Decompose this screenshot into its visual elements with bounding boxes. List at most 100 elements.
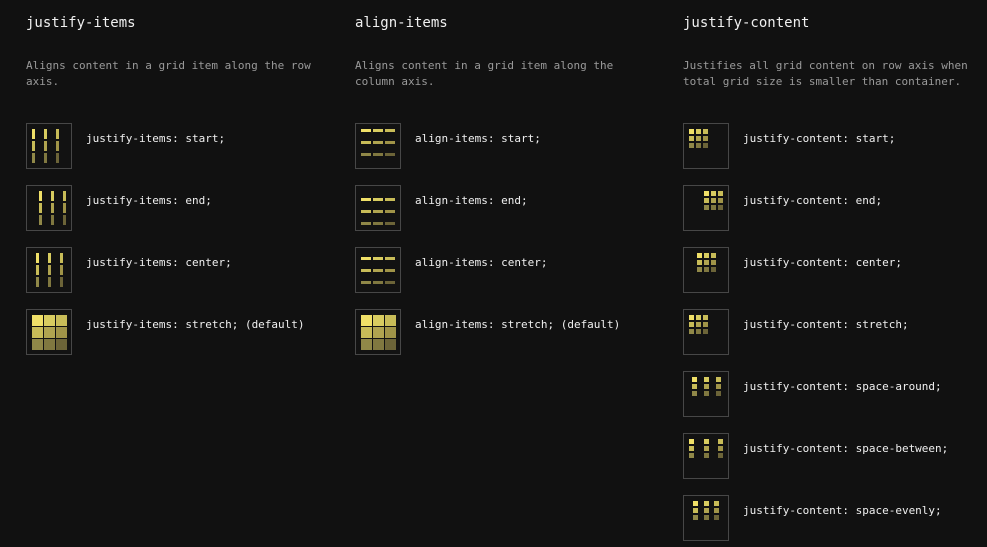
property-label: justify-content: space-between; xyxy=(743,442,949,455)
justify-content-space-between-icon xyxy=(683,433,729,479)
grid-cell xyxy=(51,191,54,201)
grid-cell xyxy=(704,508,709,513)
align-items-end-icon xyxy=(355,185,401,231)
grid-cell xyxy=(32,153,35,163)
grid-cell xyxy=(373,281,383,284)
grid-cell xyxy=(711,205,716,210)
grid-cell xyxy=(703,322,708,327)
grid-cell xyxy=(693,515,698,520)
grid-cell xyxy=(373,141,383,144)
property-label: justify-content: stretch; xyxy=(743,318,909,331)
section-title: align-items xyxy=(355,15,448,31)
grid-cell xyxy=(693,508,698,513)
justify-content-end-icon xyxy=(683,185,729,231)
grid-cell xyxy=(716,384,721,389)
grid-cell xyxy=(56,153,59,163)
property-row[interactable]: justify-items: end; xyxy=(26,185,326,231)
grid-cell xyxy=(51,215,54,225)
grid-cell xyxy=(689,329,694,334)
grid-cell xyxy=(361,210,371,213)
property-label: justify-items: center; xyxy=(86,256,232,269)
grid-cell xyxy=(718,446,723,451)
grid-cell xyxy=(51,203,54,213)
grid-cell xyxy=(385,129,395,132)
property-row[interactable]: justify-items: start; xyxy=(26,123,326,169)
grid-cell xyxy=(373,222,383,225)
property-row[interactable]: justify-content: space-between; xyxy=(683,433,983,479)
grid-cell xyxy=(697,260,702,265)
property-label: align-items: end; xyxy=(415,194,528,207)
grid-cell xyxy=(689,439,694,444)
property-label: justify-content: center; xyxy=(743,256,902,269)
section-description: Aligns content in a grid item along the … xyxy=(26,59,311,88)
grid-cell xyxy=(385,269,395,272)
property-row[interactable]: justify-content: start; xyxy=(683,123,983,169)
justify-content-stretch-icon xyxy=(683,309,729,355)
grid-cell xyxy=(714,515,719,520)
grid-cell xyxy=(373,269,383,272)
grid-cell xyxy=(689,453,694,458)
grid-cell xyxy=(361,257,371,260)
grid-cell xyxy=(692,391,697,396)
grid-cell xyxy=(716,391,721,396)
grid-cell xyxy=(704,384,709,389)
justify-items-start-icon xyxy=(26,123,72,169)
grid-cell xyxy=(44,141,47,151)
grid-cell xyxy=(385,327,396,338)
grid-cell xyxy=(704,515,709,520)
grid-cell xyxy=(361,141,371,144)
grid-cell xyxy=(32,129,35,139)
grid-cell xyxy=(32,339,43,350)
grid-cell xyxy=(385,281,395,284)
grid-cell xyxy=(56,141,59,151)
grid-cell xyxy=(718,439,723,444)
grid-cell xyxy=(385,339,396,350)
grid-cell xyxy=(689,143,694,148)
property-row[interactable]: align-items: center; xyxy=(355,247,655,293)
grid-cell xyxy=(48,253,51,263)
grid-cell xyxy=(703,315,708,320)
property-row[interactable]: align-items: start; xyxy=(355,123,655,169)
grid-cell xyxy=(689,136,694,141)
grid-cell xyxy=(361,281,371,284)
grid-cell xyxy=(693,501,698,506)
grid-cell xyxy=(385,257,395,260)
section-description: Justifies all grid content on row axis w… xyxy=(683,59,968,88)
property-row[interactable]: justify-content: center; xyxy=(683,247,983,293)
grid-cell xyxy=(373,153,383,156)
property-row[interactable]: align-items: stretch; (default) xyxy=(355,309,655,355)
grid-cell xyxy=(32,315,43,326)
grid-cell xyxy=(696,329,701,334)
property-row[interactable]: justify-content: space-around; xyxy=(683,371,983,417)
grid-cell xyxy=(689,315,694,320)
grid-cell xyxy=(703,129,708,134)
grid-cell xyxy=(704,391,709,396)
grid-cell xyxy=(703,329,708,334)
property-row[interactable]: justify-items: center; xyxy=(26,247,326,293)
property-row[interactable]: align-items: end; xyxy=(355,185,655,231)
grid-cell xyxy=(704,253,709,258)
grid-cell xyxy=(44,339,55,350)
property-label: justify-content: end; xyxy=(743,194,883,207)
property-row[interactable]: justify-items: stretch; (default) xyxy=(26,309,326,355)
property-row[interactable]: justify-content: space-evenly; xyxy=(683,495,983,541)
grid-cell xyxy=(32,327,43,338)
grid-cell xyxy=(689,322,694,327)
section-description: Aligns content in a grid item along the … xyxy=(355,59,614,88)
grid-cell xyxy=(48,277,51,287)
grid-cell xyxy=(361,339,372,350)
grid-cell xyxy=(696,143,701,148)
grid-cell xyxy=(361,327,372,338)
grid-cell xyxy=(32,141,35,151)
grid-cell xyxy=(714,501,719,506)
property-label: justify-items: start; xyxy=(86,132,226,145)
grid-cell xyxy=(704,377,709,382)
property-label: justify-content: start; xyxy=(743,132,896,145)
property-row[interactable]: justify-content: end; xyxy=(683,185,983,231)
grid-cell xyxy=(385,141,395,144)
grid-cell xyxy=(692,377,697,382)
justify-content-start-icon xyxy=(683,123,729,169)
grid-cell xyxy=(385,315,396,326)
grid-cell xyxy=(696,129,701,134)
property-row[interactable]: justify-content: stretch; xyxy=(683,309,983,355)
